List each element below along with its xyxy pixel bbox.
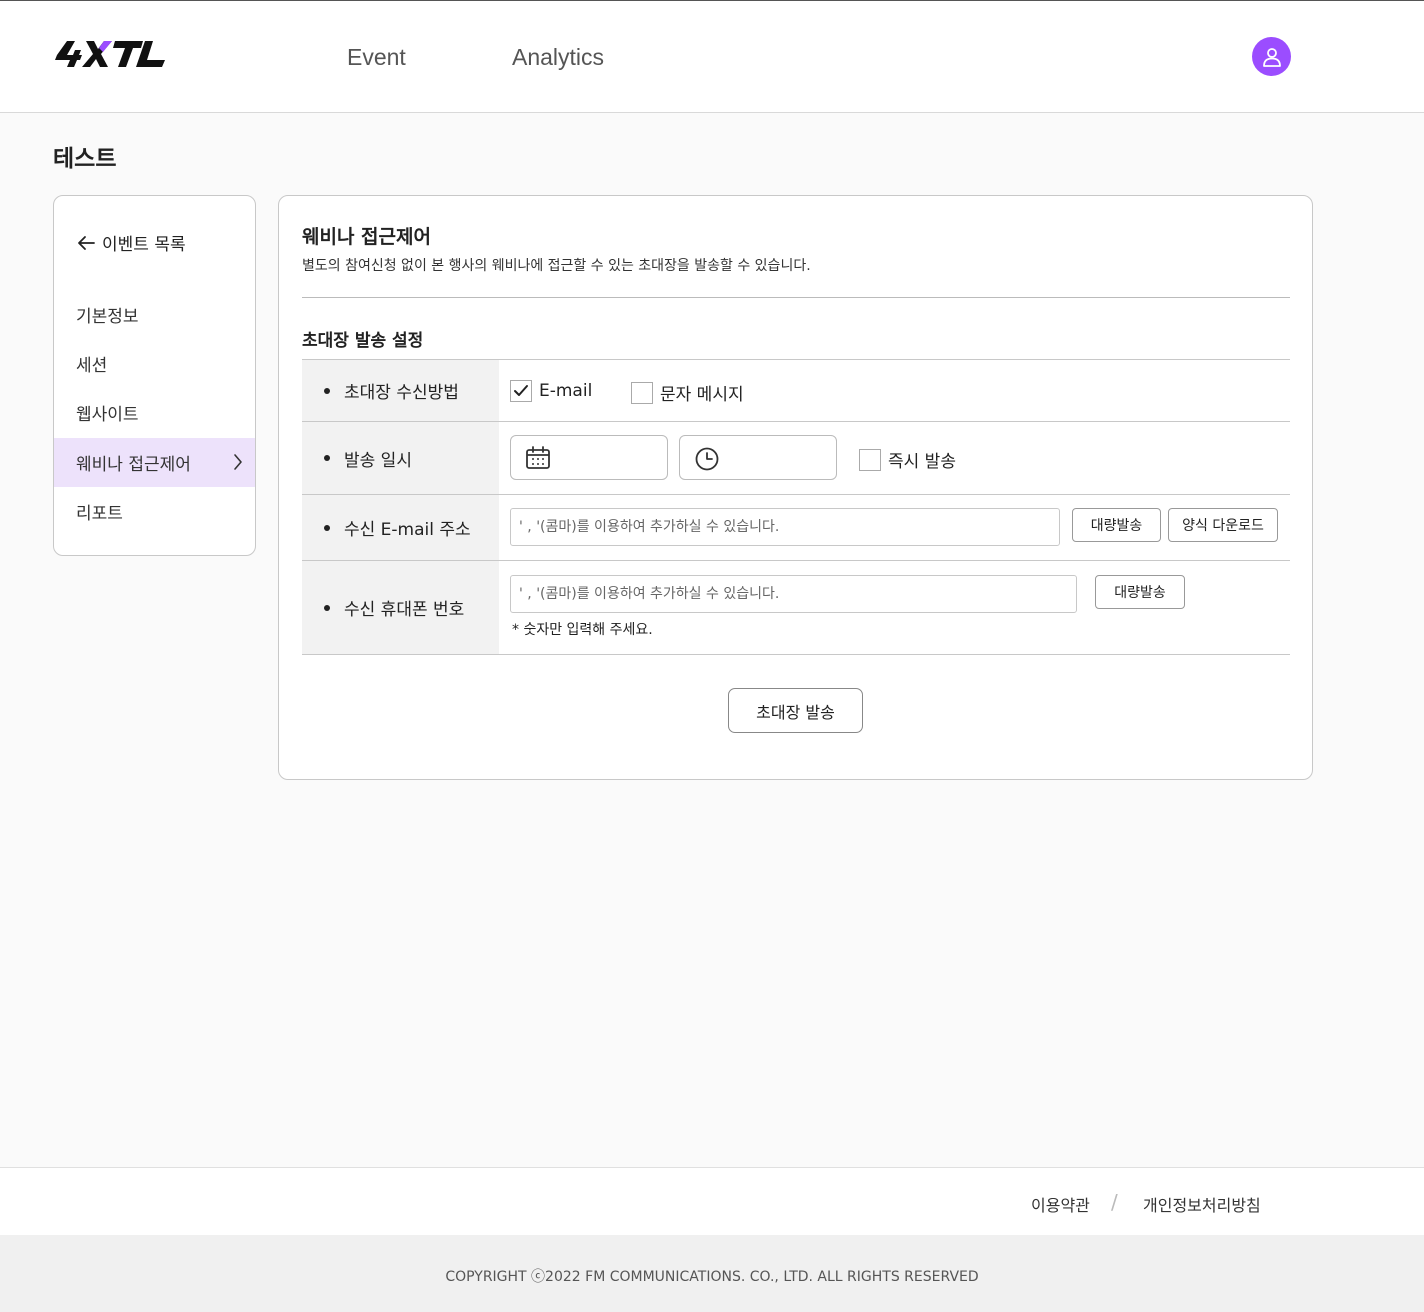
checkmark-icon <box>514 385 528 396</box>
divider <box>302 297 1290 298</box>
phone-bulk-send-button[interactable]: 대량발송 <box>1095 575 1185 609</box>
brand-logo[interactable] <box>53 39 167 69</box>
phone-input-hint: * 숫자만 입력해 주세요. <box>512 622 653 638</box>
row-receive-method: 초대장 수신방법 E-mail 문자 메시지 <box>302 360 1290 422</box>
row-recipient-phone: 수신 휴대폰 번호 대량발송 * 숫자만 입력해 주세요. <box>302 561 1290 655</box>
terms-link[interactable]: 이용약관 <box>1031 1192 1090 1216</box>
footer-separator: / <box>1111 1190 1118 1214</box>
sidebar: 이벤트 목록 기본정보 세션 웹사이트 웨비나 접근제어 리포트 <box>53 195 256 556</box>
sidebar-item-access-control[interactable]: 웨비나 접근제어 <box>54 438 255 487</box>
email-bulk-send-button[interactable]: 대량발송 <box>1072 508 1161 542</box>
user-avatar[interactable] <box>1252 37 1291 76</box>
sms-checkbox[interactable] <box>631 381 653 404</box>
copyright-bar: COPYRIGHT ⓒ2022 FM COMMUNICATIONS. CO., … <box>0 1235 1424 1312</box>
sms-option-label: 문자 메시지 <box>660 385 744 405</box>
invitation-settings-form: 초대장 수신방법 E-mail 문자 메시지 발송 일시 즉시 발송 수신 E-… <box>302 359 1290 655</box>
privacy-policy-link[interactable]: 개인정보처리방침 <box>1143 1192 1261 1216</box>
immediate-send-checkbox[interactable] <box>859 448 881 471</box>
access-control-panel: 웨비나 접근제어 별도의 참여신청 없이 본 행사의 웨비나에 접근할 수 있는… <box>278 195 1313 780</box>
chevron-right-icon <box>234 454 242 470</box>
row-label-cell: 발송 일시 <box>302 422 499 494</box>
page-title: 테스트 <box>53 146 117 172</box>
nav-analytics[interactable]: Analytics <box>512 44 604 71</box>
recipient-email-input[interactable] <box>510 508 1060 546</box>
bullet-icon <box>324 455 330 461</box>
email-checkbox[interactable] <box>510 380 532 402</box>
immediate-send-label: 즉시 발송 <box>888 452 956 472</box>
row-send-datetime: 발송 일시 즉시 발송 <box>302 422 1290 495</box>
bullet-icon <box>324 387 330 394</box>
immediate-send-option[interactable]: 즉시 발송 <box>859 447 956 472</box>
sidebar-item-label: 웨비나 접근제어 <box>76 455 191 475</box>
calendar-icon <box>526 446 550 469</box>
back-to-event-list[interactable]: 이벤트 목록 <box>76 230 186 255</box>
sidebar-item-basic-info[interactable]: 기본정보 <box>54 290 255 339</box>
row-label-cell: 초대장 수신방법 <box>302 360 499 421</box>
bullet-icon <box>324 524 330 531</box>
panel-description: 별도의 참여신청 없이 본 행사의 웨비나에 접근할 수 있는 초대장을 발송할… <box>302 258 811 274</box>
copyright-text: COPYRIGHT ⓒ2022 FM COMMUNICATIONS. CO., … <box>445 1269 979 1285</box>
send-invitation-button[interactable]: 초대장 발송 <box>728 688 863 733</box>
template-download-button[interactable]: 양식 다운로드 <box>1168 508 1278 542</box>
email-option-label: E-mail <box>539 381 593 401</box>
sidebar-item-label: 리포트 <box>76 504 123 524</box>
header: Event Analytics <box>0 1 1424 113</box>
sidebar-item-session[interactable]: 세션 <box>54 339 255 388</box>
section-title: 초대장 발송 설정 <box>302 331 424 351</box>
sidebar-item-label: 세션 <box>76 356 108 376</box>
row-label: 수신 휴대폰 번호 <box>344 600 465 620</box>
row-label-cell: 수신 E-mail 주소 <box>302 495 499 560</box>
sidebar-item-report[interactable]: 리포트 <box>54 487 255 536</box>
recipient-phone-input[interactable] <box>510 575 1077 613</box>
row-label: 수신 E-mail 주소 <box>344 520 471 540</box>
sidebar-item-website[interactable]: 웹사이트 <box>54 388 255 437</box>
arrow-left-icon <box>78 235 95 250</box>
row-recipient-email: 수신 E-mail 주소 대량발송 양식 다운로드 <box>302 495 1290 561</box>
sms-option[interactable]: 문자 메시지 <box>631 380 744 405</box>
date-picker[interactable] <box>510 435 668 480</box>
nav-event[interactable]: Event <box>347 44 406 71</box>
user-icon <box>1262 47 1281 67</box>
clock-icon <box>695 447 719 471</box>
time-picker[interactable] <box>679 435 837 480</box>
row-label-cell: 수신 휴대폰 번호 <box>302 561 499 654</box>
back-link-label: 이벤트 목록 <box>102 235 186 255</box>
row-label: 발송 일시 <box>344 450 412 471</box>
row-label: 초대장 수신방법 <box>344 383 459 403</box>
panel-title: 웨비나 접근제어 <box>302 226 431 248</box>
bullet-icon <box>324 604 330 611</box>
email-option[interactable]: E-mail <box>510 380 592 402</box>
sidebar-item-label: 웹사이트 <box>76 405 139 425</box>
sidebar-item-label: 기본정보 <box>76 307 139 327</box>
footer-links: 이용약관 / 개인정보처리방침 <box>0 1167 1424 1235</box>
